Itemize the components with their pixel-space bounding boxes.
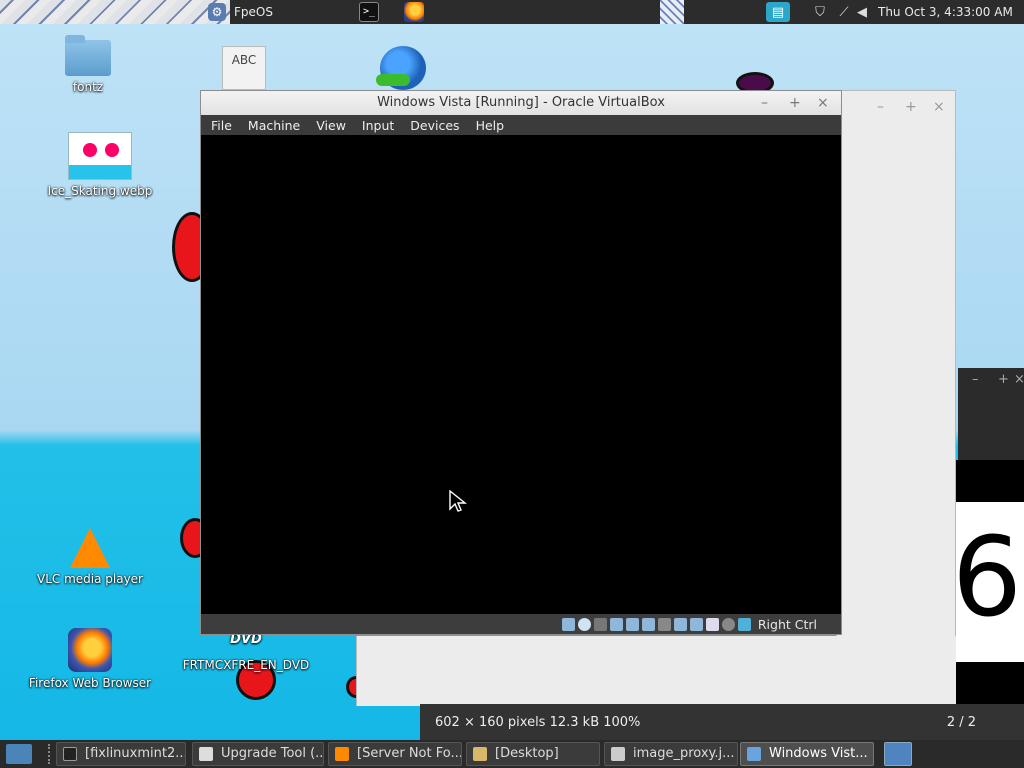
firefox-icon [68,628,112,672]
os-menu[interactable]: ⚙ FpeOS [208,2,273,22]
floppy-icon[interactable] [593,617,607,631]
taskbar-grip[interactable] [48,744,52,764]
file-manager-icon[interactable] [6,744,32,764]
window-title: Windows Vista [Running] - Oracle Virtual… [377,95,665,110]
dvd-icon: DVD [230,632,262,647]
os-menu-icon: ⚙ [208,3,226,21]
shield-icon[interactable]: ⛉ [810,2,830,22]
task-button-image-viewer[interactable]: image_proxy.j... [604,742,738,766]
image-file-icon [68,132,132,180]
mouse-integration-icon[interactable] [721,617,735,631]
task-button-virtualbox[interactable]: Windows Vist... [740,742,874,766]
desktop-icon-label: fontz [72,80,104,94]
desktop-icon-download-manager[interactable] [376,46,430,94]
panel-thumbnail-icon[interactable] [660,0,684,24]
hard-disk-icon[interactable] [561,617,575,631]
task-label: Upgrade Tool (... [221,746,324,761]
task-button-terminal[interactable]: [fixlinuxmint2... [56,742,186,766]
close-icon[interactable]: × [1014,372,1024,387]
network-off-icon[interactable]: ⟋ [834,2,854,22]
shield-icon [199,747,213,761]
task-button-desktop[interactable]: [Desktop] [466,742,600,766]
clock[interactable]: Thu Oct 3, 4:33:00 AM [878,0,1013,24]
task-label: image_proxy.j... [633,746,735,761]
desktop-icon-label: Firefox Web Browser [28,676,152,690]
image-info: 602 × 160 pixels 12.3 kB 100% [435,714,641,730]
task-button-browser[interactable]: [Server Not Fo... [328,742,462,766]
workspace-switcher-icon[interactable] [884,742,912,766]
maximize-icon[interactable]: + [998,372,1009,387]
desktop-icon-label: VLC media player [36,572,143,586]
task-label: [fixlinuxmint2... [85,746,186,761]
task-label: Windows Vist... [769,746,868,761]
virtualization-icon[interactable] [705,617,719,631]
desktop-icon-label: FRTMCXFRE_EN_DVD [182,658,310,672]
terminal-icon [63,747,77,761]
network-icon[interactable] [625,617,639,631]
firefox-launcher-icon[interactable] [404,2,424,22]
image-viewer-body [356,636,956,706]
desktop-icon-dvd[interactable]: DVD FRTMCXFRE_EN_DVD [176,632,316,672]
panel-wallpaper-thumbnail [0,0,230,24]
menubar: File Machine View Input Devices Help [201,115,841,135]
maximize-icon[interactable]: + [789,91,801,115]
menu-view[interactable]: View [316,118,346,133]
close-icon[interactable]: × [817,91,829,115]
desktop-icon-text-file[interactable]: ABC [220,46,268,94]
window-titlebar[interactable]: Windows Vista [Running] - Oracle Virtual… [201,91,841,115]
os-label: FpeOS [234,5,273,19]
optical-drive-icon[interactable] [577,617,591,631]
task-label: [Server Not Fo... [357,746,462,761]
keyboard-capture-icon[interactable] [737,617,751,631]
minimize-icon[interactable]: – [877,99,884,115]
video-capture-icon[interactable] [689,617,703,631]
mouse-cursor-icon [449,490,467,512]
clipboard-icon[interactable]: ▤ [766,2,790,22]
virtualbox-window[interactable]: Windows Vista [Running] - Oracle Virtual… [200,90,842,635]
image-viewer-icon [611,747,625,761]
taskbar: [fixlinuxmint2... Upgrade Tool (... [Ser… [0,740,1024,768]
guest-display[interactable] [201,135,841,614]
text-file-icon: ABC [222,46,266,90]
audio-icon[interactable] [609,617,623,631]
task-label: [Desktop] [495,746,559,761]
image-glyph: 6 [952,513,1022,641]
menu-input[interactable]: Input [362,118,394,133]
maximize-icon[interactable]: + [905,99,917,115]
minimize-icon[interactable]: – [761,91,768,115]
desktop-icon-firefox[interactable]: Firefox Web Browser [20,628,160,690]
close-icon[interactable]: × [933,99,945,115]
menu-file[interactable]: File [211,118,232,133]
folder-icon [473,747,487,761]
vm-statusbar: Right Ctrl [201,614,841,634]
shared-folders-icon[interactable] [657,617,671,631]
image-viewer-window[interactable]: – + × [836,90,956,640]
display-icon[interactable] [673,617,687,631]
task-button-upgrade-tool[interactable]: Upgrade Tool (... [192,742,324,766]
usb-icon[interactable] [641,617,655,631]
virtualbox-icon [747,747,761,761]
vlc-cone-icon [70,528,110,568]
desktop-icon-vlc[interactable]: VLC media player [30,528,150,586]
image-viewer-statusbar: 602 × 160 pixels 12.3 kB 100% 2 / 2 [420,704,1024,740]
terminal-launcher-icon[interactable]: >_ [359,2,379,22]
host-key-label: Right Ctrl [757,616,817,632]
minimize-icon[interactable]: – [972,372,979,387]
volume-icon[interactable]: ◀ [852,2,872,22]
download-manager-icon [376,46,426,90]
folder-icon [65,35,111,76]
top-panel: ⚙ FpeOS >_ ▤ ⛉ ⟋ ◀ Thu Oct 3, 4:33:00 AM [0,0,1024,24]
firefox-icon [335,747,349,761]
desktop-icon-ice-skating[interactable]: Ice_Skating.webp [40,132,160,198]
desktop-icon-fontz[interactable]: fontz [48,35,128,94]
menu-devices[interactable]: Devices [410,118,459,133]
menu-machine[interactable]: Machine [248,118,300,133]
image-count: 2 / 2 [946,714,976,730]
menu-help[interactable]: Help [476,118,505,133]
desktop-icon-label: Ice_Skating.webp [47,184,153,198]
